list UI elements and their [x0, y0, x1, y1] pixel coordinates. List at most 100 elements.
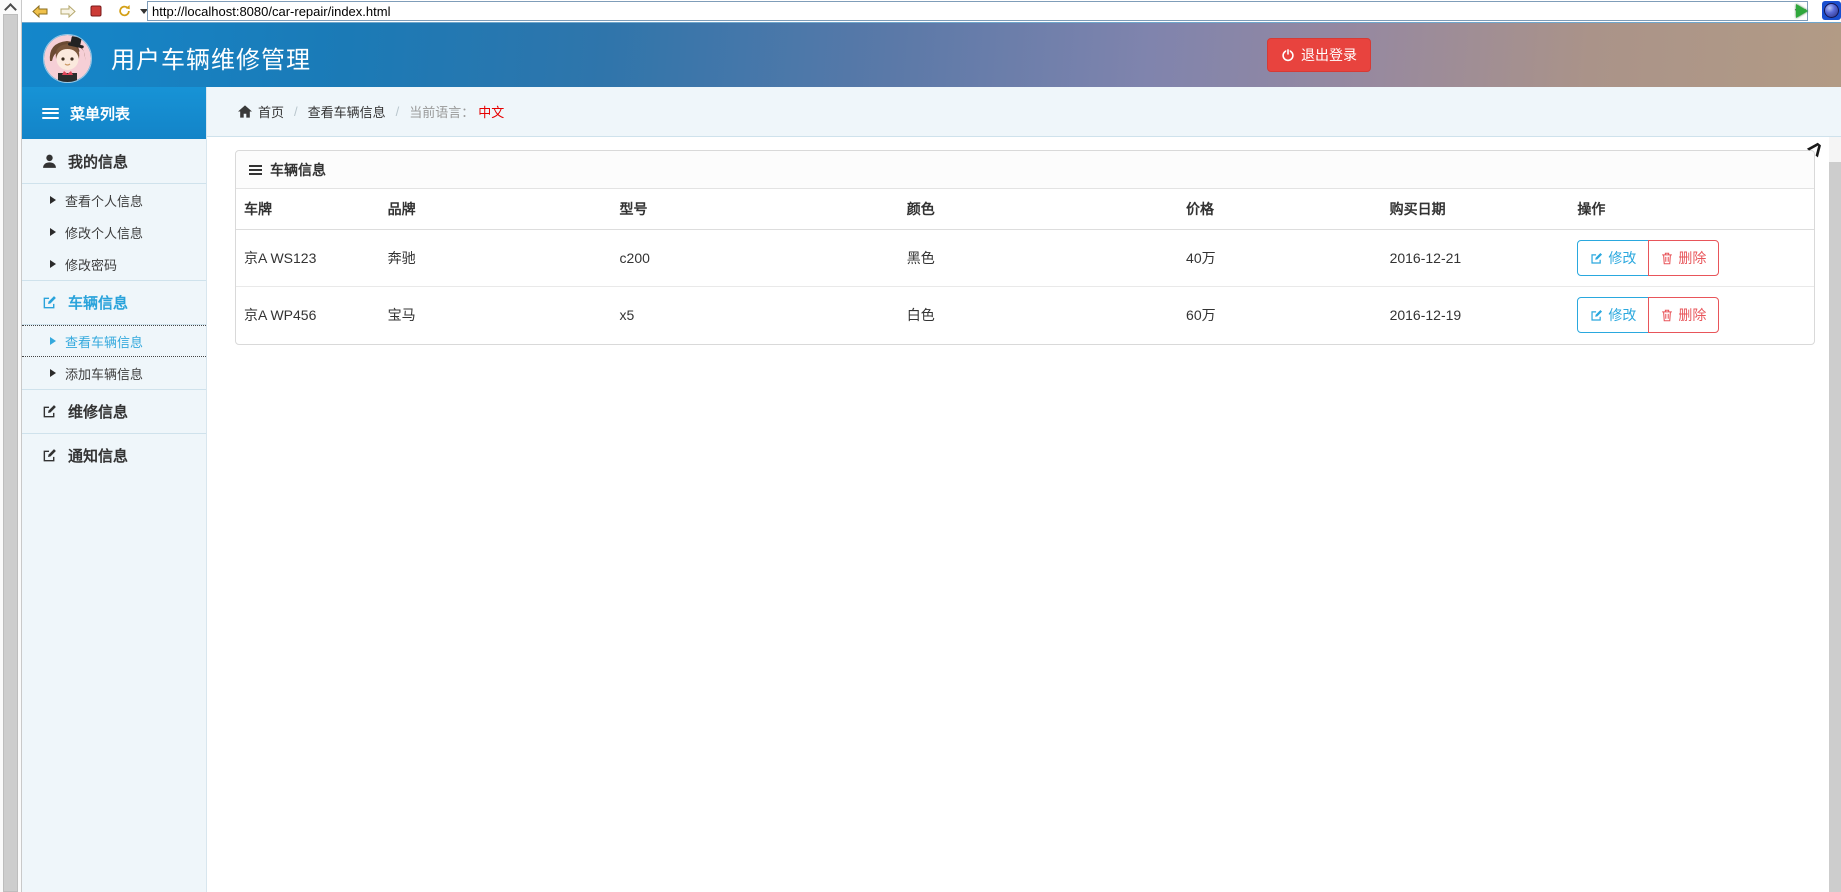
sidebar-section-my-info[interactable]: 我的信息 — [22, 139, 206, 183]
language-value[interactable]: 中文 — [478, 102, 504, 121]
section-label: 维修信息 — [68, 404, 129, 421]
breadcrumb-separator: / — [395, 104, 400, 119]
col-actions: 操作 — [1569, 189, 1814, 230]
subitem-label: 修改个人信息 — [65, 225, 144, 241]
col-date: 购买日期 — [1381, 189, 1570, 230]
go-icon — [1796, 4, 1808, 18]
cell-date: 2016-12-19 — [1389, 307, 1462, 324]
forward-button[interactable] — [58, 3, 78, 19]
logout-label: 退出登录 — [1301, 47, 1357, 63]
go-button[interactable] — [1792, 2, 1812, 20]
breadcrumb-home[interactable]: 首页 — [238, 102, 284, 121]
url-input[interactable] — [148, 3, 1791, 19]
avatar — [43, 34, 92, 83]
panel-heading: 车辆信息 — [236, 151, 1814, 189]
stop-icon — [90, 5, 102, 17]
breadcrumb-separator: / — [294, 104, 298, 119]
table-row: 京A WS123 奔驰 c200 黑色 40万 2016-12-21 修改 删除 — [236, 229, 1814, 287]
power-icon — [1282, 48, 1294, 62]
edit-label: 修改 — [1608, 250, 1637, 266]
trash-icon — [1662, 252, 1673, 264]
section-label: 通知信息 — [68, 448, 129, 465]
language-label: 当前语言： — [409, 105, 475, 120]
edit-button[interactable]: 修改 — [1577, 297, 1650, 334]
caret-right-icon — [50, 260, 56, 268]
stop-button[interactable] — [86, 3, 106, 19]
vehicle-info-panel: 车辆信息 车牌 品牌 型号 颜色 价格 购买日期 操作 京A WS123 奔驰 … — [235, 150, 1815, 345]
col-color: 颜色 — [898, 189, 1179, 230]
delete-button[interactable]: 删除 — [1648, 240, 1720, 276]
breadcrumb-home-label: 首页 — [258, 105, 285, 120]
outer-vertical-scrollbar[interactable] — [0, 0, 22, 892]
cell-price: 60万 — [1186, 307, 1216, 324]
edit-button[interactable]: 修改 — [1577, 240, 1650, 276]
cell-brand: 奔驰 — [379, 229, 612, 287]
address-bar — [147, 1, 1808, 21]
sidebar-item-view-personal-info[interactable]: 查看个人信息 — [22, 184, 206, 216]
col-price: 价格 — [1178, 189, 1382, 230]
cell-actions: 修改 删除 — [1569, 287, 1814, 344]
sidebar-header-label: 菜单列表 — [70, 105, 131, 123]
subitem-label: 修改密码 — [65, 257, 118, 273]
menu-list-icon — [42, 105, 59, 121]
cell-color: 白色 — [906, 307, 935, 324]
sidebar-section-notice-info[interactable]: 通知信息 — [22, 433, 206, 477]
delete-button[interactable]: 删除 — [1648, 297, 1720, 334]
vehicle-table: 车牌 品牌 型号 颜色 价格 购买日期 操作 京A WS123 奔驰 c200 — [236, 189, 1814, 344]
panel-title: 车辆信息 — [270, 161, 326, 178]
logout-button[interactable]: 退出登录 — [1267, 38, 1371, 72]
cell-model: x5 — [619, 307, 635, 324]
scroll-up-icon[interactable] — [6, 3, 14, 11]
sidebar-item-view-vehicle-info[interactable]: 查看车辆信息 — [22, 325, 206, 357]
col-plate: 车牌 — [236, 189, 380, 230]
back-button[interactable] — [30, 3, 50, 19]
list-icon — [249, 163, 262, 177]
refresh-button[interactable] — [114, 3, 134, 19]
section-label: 我的信息 — [68, 153, 129, 171]
delete-label: 删除 — [1678, 307, 1707, 324]
caret-right-icon — [50, 228, 56, 236]
back-arrow-icon — [32, 4, 48, 18]
action-button-group: 修改 删除 — [1577, 240, 1720, 276]
edit-square-icon — [1591, 252, 1603, 264]
breadcrumb-current: 查看车辆信息 — [307, 105, 386, 120]
page-title: 用户车辆维修管理 — [111, 47, 311, 74]
caret-right-icon — [50, 337, 56, 345]
cell-model: c200 — [611, 229, 899, 287]
breadcrumb: 首页 / 查看车辆信息 / 当前语言： 中文 — [207, 87, 1841, 137]
scrollbar-thumb[interactable] — [3, 14, 18, 892]
edit-label: 修改 — [1608, 307, 1637, 324]
edit-square-icon — [1591, 309, 1603, 321]
sidebar-item-edit-personal-info[interactable]: 修改个人信息 — [22, 216, 206, 248]
cell-plate: 京A WP456 — [244, 307, 317, 324]
caret-right-icon — [50, 369, 56, 377]
sidebar-section-vehicle-info[interactable]: 车辆信息 — [22, 280, 206, 324]
cell-brand: 宝马 — [387, 307, 416, 324]
cell-date: 2016-12-21 — [1381, 229, 1570, 287]
cell-color: 黑色 — [898, 229, 1179, 287]
sidebar-item-change-password[interactable]: 修改密码 — [22, 248, 206, 280]
user-icon — [43, 154, 56, 168]
forward-arrow-icon — [60, 4, 76, 18]
subitem-label: 查看个人信息 — [65, 193, 144, 209]
cell-price: 40万 — [1178, 229, 1382, 287]
sidebar-item-add-vehicle-info[interactable]: 添加车辆信息 — [22, 357, 206, 389]
home-icon — [238, 105, 252, 118]
edit-square-icon — [43, 449, 56, 462]
cell-actions: 修改 删除 — [1569, 229, 1814, 287]
sidebar-section-repair-info[interactable]: 维修信息 — [22, 389, 206, 433]
sidebar: 菜单列表 我的信息 查看个人信息 修改个人信息 修改密码 车辆信息 查看车辆信息… — [22, 87, 207, 892]
page-vertical-scrollbar[interactable] — [1829, 137, 1841, 892]
sidebar-subsection: 查看车辆信息 添加车辆信息 — [22, 324, 206, 389]
sidebar-subsection: 查看个人信息 修改个人信息 修改密码 — [22, 183, 206, 280]
table-header-row: 车牌 品牌 型号 颜色 价格 购买日期 操作 — [236, 189, 1814, 230]
subitem-label: 查看车辆信息 — [65, 334, 144, 350]
delete-label: 删除 — [1678, 250, 1707, 266]
caret-right-icon — [50, 196, 56, 204]
app-header: 用户车辆维修管理 退出登录 — [22, 22, 1841, 87]
col-brand: 品牌 — [379, 189, 612, 230]
action-button-group: 修改 删除 — [1577, 297, 1720, 334]
subitem-label: 添加车辆信息 — [65, 366, 144, 382]
refresh-icon — [118, 5, 130, 17]
scrollbar-thumb[interactable] — [1829, 162, 1841, 892]
